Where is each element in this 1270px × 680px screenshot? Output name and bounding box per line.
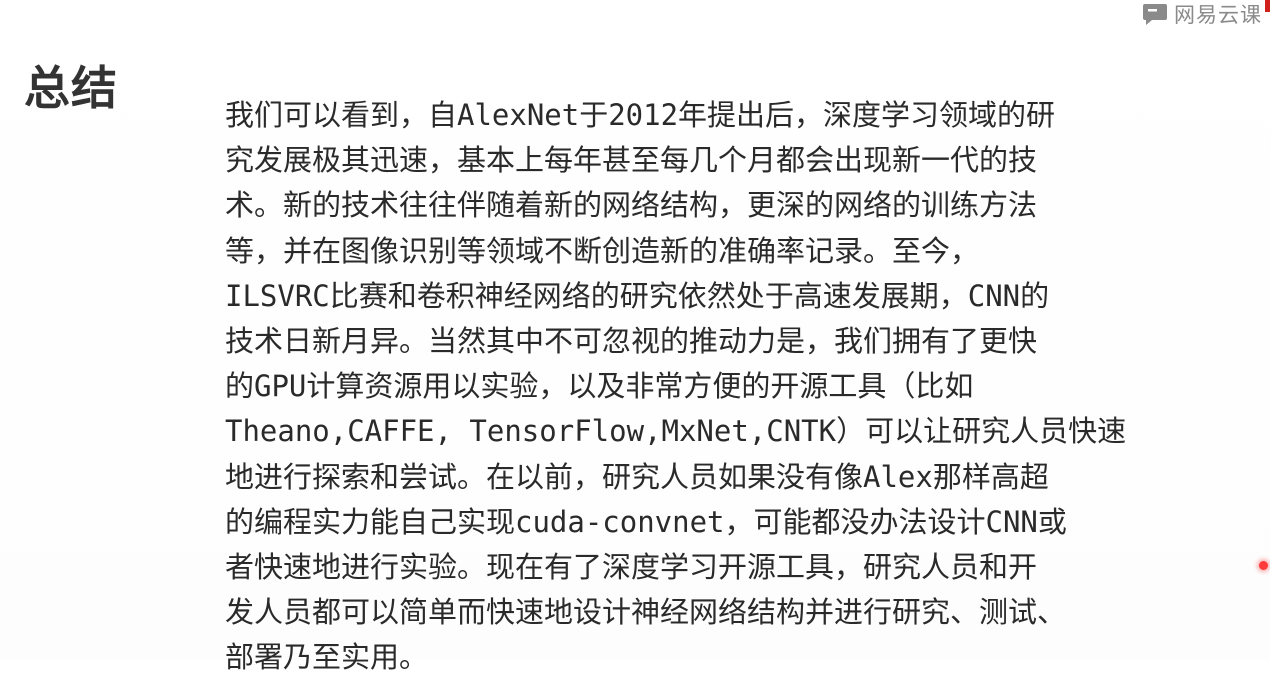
paragraph-line: 我们可以看到，自AlexNet于2012年提出后，深度学习领域的研 — [225, 98, 1056, 132]
summary-paragraph: 我们可以看到，自AlexNet于2012年提出后，深度学习领域的研 究发展极其迅… — [225, 93, 1225, 680]
paragraph-line: ILSVRC比赛和卷积神经网络的研究依然处于高速发展期，CNN的 — [225, 278, 1050, 313]
paragraph-line: 等，并在图像识别等领域不断创造新的准确率记录。至今， — [225, 233, 980, 268]
paragraph-line: 者快速地进行实验。现在有了深度学习开源工具，研究人员和开 — [225, 549, 1038, 584]
laser-pointer-dot — [1259, 561, 1268, 570]
paragraph-line: 部署乃至实用。 — [225, 640, 429, 675]
chat-bubble-logo-icon — [1142, 3, 1168, 25]
paragraph-line: 的GPU计算资源用以实验，以及非常方便的开源工具（比如 — [225, 369, 974, 404]
watermark-text: 网易云课 — [1174, 3, 1262, 27]
paragraph-line: 的编程实力能自己实现cuda-convnet，可能都没办法设计CNN或 — [225, 504, 1067, 539]
slide-canvas: 网易云课 总结 我们可以看到，自AlexNet于2012年提出后，深度学习领域的… — [0, 0, 1270, 674]
paragraph-line: Theano,CAFFE, TensorFlow,MxNet,CNTK）可以让研… — [225, 414, 1127, 449]
slide-title: 总结 — [24, 61, 118, 115]
paragraph-line: 技术日新月异。当然其中不可忽视的推动力是，我们拥有了更快 — [225, 323, 1038, 358]
corner-mark — [1265, 0, 1270, 12]
paragraph-line: 术。新的技术往往伴随着新的网络结构，更深的网络的训练方法 — [225, 188, 1038, 223]
paragraph-line: 究发展极其迅速，基本上每年甚至每几个月都会出现新一代的技 — [225, 143, 1038, 178]
paragraph-line: 地进行探索和尝试。在以前，研究人员如果没有像Alex那样高超 — [225, 459, 1049, 494]
paragraph-line: 发人员都可以简单而快速地设计神经网络结构并进行研究、测试、 — [225, 595, 1067, 630]
watermark: 网易云课 — [1142, 0, 1262, 28]
